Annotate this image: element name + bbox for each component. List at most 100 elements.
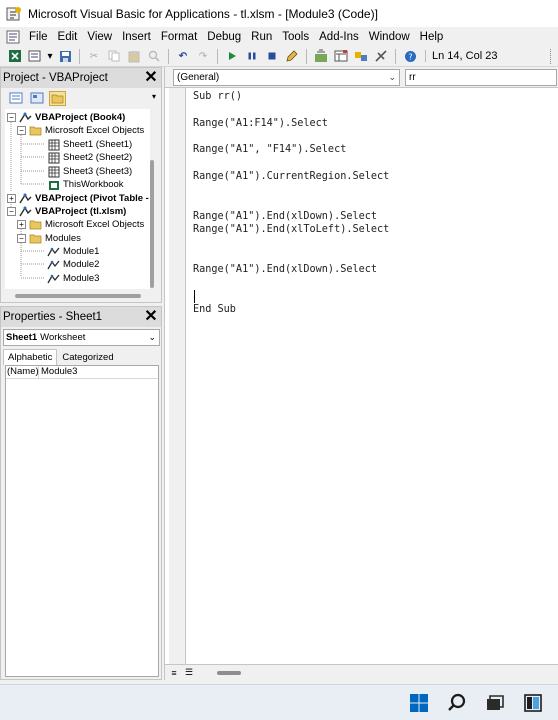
project-vertical-scroll-thumb[interactable]	[150, 160, 154, 288]
tree-vbaproject-pivot-table[interactable]: + VBAProject (Pivot Table -	[7, 192, 149, 205]
close-icon[interactable]: ✕	[143, 70, 159, 86]
code-line[interactable]: Sub rr()	[193, 90, 242, 103]
menu-help[interactable]: Help	[415, 31, 449, 43]
collapse-icon[interactable]: −	[7, 113, 16, 122]
tree-vbaproject-tl[interactable]: − VBAProject (tl.xlsm)	[7, 205, 126, 218]
menu-insert[interactable]: Insert	[117, 31, 156, 43]
tree-module2-item[interactable]: Module2	[47, 258, 99, 271]
procedure-view-icon[interactable]: ≡	[168, 667, 180, 679]
tree-module1-item[interactable]: Module1	[47, 245, 99, 258]
paste-icon[interactable]	[125, 48, 143, 65]
insert-module-icon[interactable]	[26, 48, 44, 65]
scroll-down-arrow-icon[interactable]: ▾	[150, 92, 158, 102]
find-icon[interactable]	[145, 48, 163, 65]
tree-excel-objects-folder[interactable]: − Microsoft Excel Objects	[17, 124, 144, 137]
object-select[interactable]: Sheet1 Worksheet ⌄	[3, 329, 160, 346]
tree-sheet1-item[interactable]: Sheet1 (Sheet1)	[47, 138, 132, 151]
collapse-icon[interactable]: −	[17, 234, 26, 243]
code-line[interactable]: End Sub	[193, 303, 236, 316]
design-mode-icon[interactable]	[283, 48, 301, 65]
close-icon[interactable]: ✕	[143, 309, 159, 325]
menu-run[interactable]: Run	[246, 31, 277, 43]
tab-categorized[interactable]: Categorized	[57, 349, 118, 365]
properties-tabs: Alphabetic Categorized	[3, 349, 119, 365]
expand-icon[interactable]: +	[17, 220, 26, 229]
tree-sheet3-item[interactable]: Sheet3 (Sheet3)	[47, 165, 132, 178]
code-margin[interactable]	[169, 88, 186, 664]
menu-view[interactable]: View	[82, 31, 117, 43]
tree-thisworkbook-item[interactable]: ThisWorkbook	[47, 178, 124, 191]
object-type: Worksheet	[40, 332, 86, 343]
view-object-icon[interactable]	[28, 91, 45, 106]
menu-add-ins[interactable]: Add-Ins	[314, 31, 364, 43]
task-view-icon[interactable]	[484, 692, 506, 714]
tree-vbaproject-book4[interactable]: − VBAProject (Book4)	[7, 111, 125, 124]
save-icon[interactable]	[56, 48, 74, 65]
copy-icon[interactable]	[105, 48, 123, 65]
search-icon[interactable]	[446, 692, 468, 714]
object-browser-icon[interactable]	[352, 48, 370, 65]
properties-window-icon[interactable]	[332, 48, 350, 65]
menu-file[interactable]: File	[24, 31, 53, 43]
tree-modules-folder[interactable]: − Modules	[17, 232, 81, 245]
worksheet-icon	[47, 152, 60, 164]
code-line[interactable]: Range("A1").End(xlDown).Select	[193, 263, 377, 276]
view-code-icon[interactable]	[7, 91, 24, 106]
folder-icon	[29, 219, 42, 231]
expand-icon[interactable]: +	[7, 194, 16, 203]
windows-start-icon[interactable]	[408, 692, 430, 714]
cursor-position: Ln 14, Col 23	[425, 50, 497, 62]
code-line[interactable]: Range("A1", "F14").Select	[193, 143, 346, 156]
tree-excel-objects-folder-2[interactable]: + Microsoft Excel Objects	[17, 218, 144, 231]
toolbar-separator	[217, 48, 218, 64]
procedure-combo[interactable]: rr	[405, 69, 557, 86]
project-panel-title: Project - VBAProject	[3, 72, 108, 84]
workbook-icon	[47, 179, 60, 191]
widgets-icon[interactable]	[522, 692, 544, 714]
menu-edit[interactable]: Edit	[53, 31, 83, 43]
property-row[interactable]: (Name) Module3	[6, 366, 158, 379]
tree-sheet2-item[interactable]: Sheet2 (Sheet2)	[47, 151, 132, 164]
code-line[interactable]: Range("A1").CurrentRegion.Select	[193, 170, 389, 183]
redo-icon[interactable]: ↷	[194, 48, 212, 65]
cut-icon[interactable]: ✂	[85, 48, 103, 65]
code-line[interactable]: Range("A1").End(xlToLeft).Select	[193, 223, 389, 236]
project-explorer-icon[interactable]	[312, 48, 330, 65]
break-icon[interactable]	[243, 48, 261, 65]
reset-icon[interactable]	[263, 48, 281, 65]
module-icon	[47, 273, 60, 285]
tree-label: VBAProject (Pivot Table -	[35, 193, 149, 204]
collapse-icon[interactable]: −	[7, 207, 16, 216]
toolbox-icon[interactable]	[372, 48, 390, 65]
full-module-view-icon[interactable]: ☰	[183, 667, 195, 679]
help-icon[interactable]: ?	[401, 48, 419, 65]
code-horizontal-scroll-thumb[interactable]	[217, 670, 241, 675]
run-icon[interactable]	[223, 48, 241, 65]
module-icon	[47, 246, 60, 258]
excel-icon[interactable]	[6, 48, 24, 65]
tree-module3-item[interactable]: Module3	[47, 272, 99, 285]
code-line[interactable]: Range("A1:F14").Select	[193, 117, 328, 130]
property-value[interactable]: Module3	[39, 366, 77, 378]
toolbar-grip[interactable]	[550, 48, 554, 64]
project-horizontal-scroll-thumb[interactable]	[15, 294, 141, 298]
vba-project-icon	[19, 206, 32, 218]
tab-alphabetic[interactable]: Alphabetic	[3, 349, 58, 365]
dropdown-arrow-icon[interactable]: ▾	[46, 48, 54, 65]
module-code-icon[interactable]	[4, 29, 22, 45]
menu-format[interactable]: Format	[156, 31, 202, 43]
object-combo[interactable]: (General) ⌄	[173, 69, 400, 86]
menu-tools[interactable]: Tools	[277, 31, 314, 43]
undo-icon[interactable]: ↶	[174, 48, 192, 65]
chevron-down-icon: ⌄	[148, 332, 156, 342]
toggle-folders-icon[interactable]	[49, 90, 66, 106]
code-line[interactable]: Range("A1").End(xlDown).Select	[193, 210, 377, 223]
module-icon	[47, 259, 60, 271]
toolbar-separator	[395, 48, 396, 64]
menu-window[interactable]: Window	[364, 31, 415, 43]
taskbar	[0, 684, 558, 720]
collapse-icon[interactable]: −	[17, 126, 26, 135]
tree-label: VBAProject (tl.xlsm)	[35, 206, 127, 217]
menu-debug[interactable]: Debug	[202, 31, 246, 43]
vba-project-icon	[19, 112, 32, 124]
